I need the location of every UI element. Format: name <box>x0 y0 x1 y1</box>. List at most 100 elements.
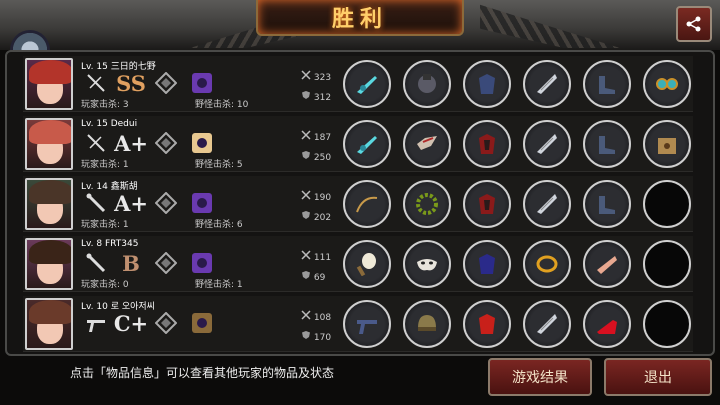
item-slot[interactable] <box>343 300 391 348</box>
swords-icon <box>301 250 311 260</box>
portrait-hair <box>29 180 71 204</box>
pet-icon <box>191 132 213 154</box>
glove-icon <box>418 74 436 93</box>
item-slot[interactable] <box>523 120 571 168</box>
item-slot[interactable] <box>463 240 511 288</box>
item-slot[interactable] <box>643 240 691 288</box>
player-kills: 玩家击杀: 0 <box>81 280 129 290</box>
attack-value: 108 <box>313 313 332 323</box>
player-row[interactable]: Lv. 15 Dedui A+ 玩家击杀: 1 野怪击杀: 5 187 250 <box>23 116 693 172</box>
player-portrait[interactable] <box>25 118 73 170</box>
shield-icon <box>302 271 310 279</box>
player-row[interactable]: Lv. 10 로 오아저씨 C+ 108 170 <box>23 296 693 352</box>
cyan-gun-icon <box>357 136 377 154</box>
item-slot[interactable] <box>463 300 511 348</box>
pet-icon <box>191 192 213 214</box>
player-row[interactable]: Lv. 8 FRT345 B 玩家击杀: 0 野怪击杀: 1 111 69 <box>23 236 693 292</box>
attack-stat: 190 <box>301 190 331 203</box>
pet-icon <box>191 72 213 94</box>
defense-value: 202 <box>313 213 332 223</box>
item-slot[interactable] <box>523 300 571 348</box>
shield-icon <box>302 211 310 219</box>
player-portrait[interactable] <box>25 58 73 110</box>
item-slot[interactable] <box>343 60 391 108</box>
weapon-type-icon <box>85 132 107 154</box>
weapon-type-icon <box>85 72 107 94</box>
share-button[interactable] <box>676 6 712 42</box>
blade-icon <box>537 314 557 334</box>
weapon-type-icon <box>85 312 107 334</box>
item-slot[interactable] <box>643 300 691 348</box>
monster-kills: 野怪击杀: 6 <box>195 220 243 230</box>
item-slot[interactable] <box>643 60 691 108</box>
cyan-gun-icon <box>357 76 377 94</box>
pet-icon <box>191 312 213 334</box>
rank-badge: A+ <box>114 130 148 156</box>
item-slot[interactable] <box>403 300 451 348</box>
item-slot[interactable] <box>583 300 631 348</box>
weapon-type-icon <box>85 252 107 274</box>
item-slot[interactable] <box>583 120 631 168</box>
swords-icon <box>301 130 311 140</box>
item-slot[interactable] <box>343 120 391 168</box>
attack-stat: 108 <box>301 310 331 323</box>
player-portrait[interactable] <box>25 238 73 290</box>
attack-value: 187 <box>313 133 332 143</box>
item-slot[interactable] <box>463 120 511 168</box>
shield-icon <box>302 151 310 159</box>
portrait-hair <box>29 300 71 324</box>
item-slot[interactable] <box>583 240 631 288</box>
wing-helmet-icon <box>417 136 437 150</box>
arm-icon <box>597 256 617 274</box>
item-slot[interactable] <box>523 180 571 228</box>
item-slot[interactable] <box>343 180 391 228</box>
defense-value: 312 <box>313 93 332 103</box>
defense-stat: 202 <box>301 210 331 223</box>
game-result-button[interactable]: 游戏结果 <box>488 358 592 396</box>
portrait-hair <box>29 240 71 264</box>
defense-value: 69 <box>313 273 326 283</box>
item-slot[interactable] <box>403 240 451 288</box>
box-icon <box>658 138 676 154</box>
player-portrait[interactable] <box>25 298 73 350</box>
blade-icon <box>537 134 557 154</box>
item-slot[interactable] <box>643 120 691 168</box>
monster-kills: 野怪击杀: 1 <box>195 280 243 290</box>
portrait-hair <box>29 120 71 144</box>
item-slot[interactable] <box>403 120 451 168</box>
mask-icon <box>417 259 437 271</box>
attack-value: 323 <box>313 73 332 83</box>
item-slot[interactable] <box>523 60 571 108</box>
player-level-name: Lv. 15 Dedui <box>81 119 137 129</box>
red-armor-icon <box>479 194 495 214</box>
item-slot[interactable] <box>343 240 391 288</box>
share-icon <box>686 16 701 32</box>
diamond-rank-icon <box>155 72 177 94</box>
attack-value: 111 <box>313 253 332 263</box>
item-slot[interactable] <box>403 60 451 108</box>
item-slot[interactable] <box>463 60 511 108</box>
item-slot[interactable] <box>403 180 451 228</box>
player-name: FRT345 <box>104 239 139 249</box>
laurel-icon <box>416 193 438 215</box>
blade-icon <box>537 74 557 94</box>
item-slot[interactable] <box>583 180 631 228</box>
rank-badge: SS <box>116 70 146 96</box>
player-row[interactable]: Lv. 15 三日的七野 SS 玩家击杀: 3 野怪击杀: 10 323 312 <box>23 56 693 112</box>
player-level: Lv. 14 <box>81 182 108 192</box>
player-row[interactable]: Lv. 14 鑫斯胡 A+ 玩家击杀: 1 野怪击杀: 6 190 202 <box>23 176 693 232</box>
swords-icon <box>301 310 311 320</box>
item-slot[interactable] <box>463 180 511 228</box>
results-panel: Lv. 15 三日的七野 SS 玩家击杀: 3 野怪击杀: 10 323 312 Lv.… <box>5 50 715 356</box>
attack-value: 190 <box>313 193 332 203</box>
goggles-icon <box>656 78 678 90</box>
attack-stat: 111 <box>301 250 331 263</box>
item-slot[interactable] <box>643 180 691 228</box>
item-slot[interactable] <box>523 240 571 288</box>
defense-stat: 69 <box>301 270 325 283</box>
right-wing-ornament <box>480 4 620 48</box>
exit-button[interactable]: 退出 <box>604 358 712 396</box>
player-portrait[interactable] <box>25 178 73 230</box>
item-slot[interactable] <box>583 60 631 108</box>
attack-stat: 323 <box>301 70 331 83</box>
